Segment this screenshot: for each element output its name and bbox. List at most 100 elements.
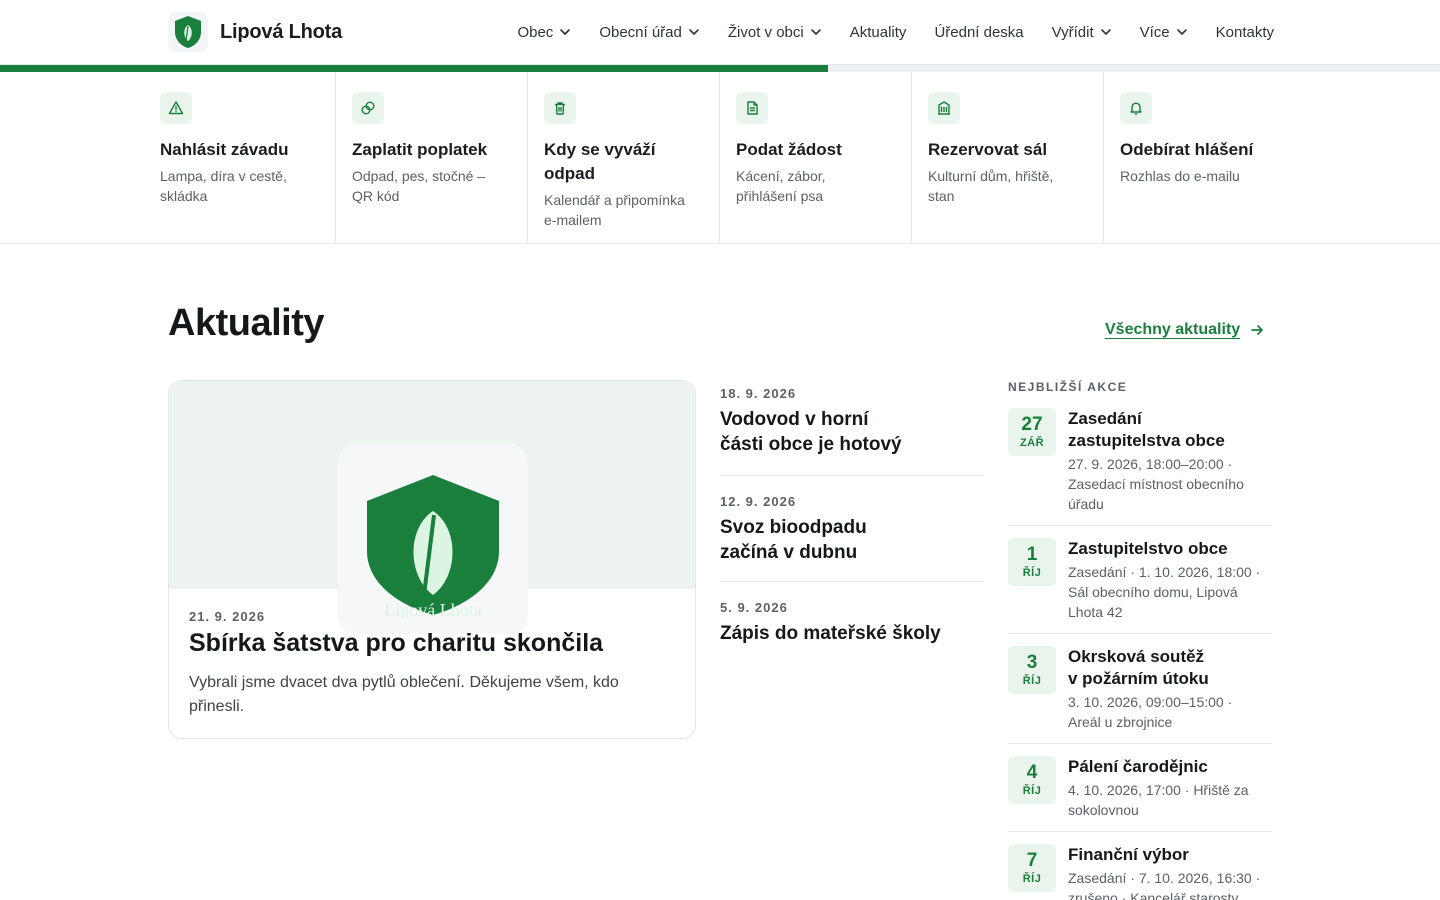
event-title: Zasedání zastupitelstva obce <box>1068 409 1225 450</box>
event-body: Finanční výbor Zasedání · 7. 10. 2026, 16… <box>1068 844 1260 900</box>
event-month: ŘÍJ <box>1022 567 1042 579</box>
chevron-down-icon <box>1176 29 1187 35</box>
quick-action[interactable]: Nahlásit závadu Lampa, díra v cestě, sklád… <box>160 72 336 243</box>
nav-item-obecní-úřad[interactable]: Obecní úřad <box>599 24 700 41</box>
nav-item-obec[interactable]: Obec <box>517 24 571 41</box>
news-item-title: Zápis do mateřské školy <box>720 623 941 644</box>
quick-action-title: Nahlásit závadu <box>160 140 289 159</box>
event-body: Okrsková soutěž v požárním útoku 3. 10. 20… <box>1068 646 1232 732</box>
news-item[interactable]: 5. 9. 2026 Zápis do mateřské školy <box>720 582 984 646</box>
nav-item-život-v-obci[interactable]: Život v obci <box>728 24 822 41</box>
nav-item-label: Kontakty <box>1215 23 1274 41</box>
nav-item-label: Aktuality <box>849 23 907 41</box>
main-nav: Obec Obecní úřad Život v obci Aktuality Úřed… <box>517 0 1274 64</box>
featured-article[interactable]: Lipová Lhota 21. 9. 2026 Sbírka šatstva … <box>168 380 696 739</box>
featured-date: 21. 9. 2026 <box>189 609 266 624</box>
event-day: 4 <box>1026 762 1038 783</box>
news-item-date: 5. 9. 2026 <box>720 600 788 615</box>
event-month: ŘÍJ <box>1022 873 1042 885</box>
event-date-badge: 7 ŘÍJ <box>1008 844 1056 892</box>
shield-leaf-icon: Lipová Lhota <box>367 475 499 619</box>
quick-action-desc: Lampa, díra v cestě, skládka <box>160 168 287 204</box>
nav-item-label: Vyřídit <box>1051 23 1094 41</box>
quick-action-title: Rezervovat sál <box>928 140 1048 159</box>
quick-action-title: Zaplatit poplatek <box>352 140 488 159</box>
nav-item-úřední-deska[interactable]: Úřední deska <box>934 24 1023 41</box>
event-body: Zasedání zastupitelstva obce 27. 9. 2026, … <box>1068 408 1244 514</box>
quick-action[interactable]: Kdy se vyváží odpad Kalendář a připomínka e… <box>544 72 720 243</box>
coins-icon <box>352 92 384 124</box>
chevron-down-icon <box>689 29 699 35</box>
featured-image-caption: Lipová Lhota <box>384 600 481 619</box>
news-item-date: 12. 9. 2026 <box>720 494 797 509</box>
event-meta: 4. 10. 2026, 17:00 · Hřiště za sokolovnou <box>1068 782 1249 818</box>
quick-action-desc: Kácení, zábor, přihlášení psa <box>736 168 826 204</box>
nav-item-kontakty[interactable]: Kontakty <box>1216 24 1274 41</box>
all-news-link[interactable]: Všechny aktuality <box>1105 321 1264 339</box>
featured-logo-card: Lipová Lhota <box>338 444 528 634</box>
news-item[interactable]: 12. 9. 2026 Svoz bioodpadu začíná v dubnu <box>720 476 984 582</box>
nav-item-label: Více <box>1139 23 1170 41</box>
event-meta: Zasedání · 7. 10. 2026, 16:30 · zrušeno ·… <box>1068 870 1261 900</box>
event-date-badge: 3 ŘÍJ <box>1008 646 1056 694</box>
quick-action-desc: Rozhlas do e-mailu <box>1120 168 1240 184</box>
bell-icon <box>1120 92 1152 124</box>
nav-item-více[interactable]: Více <box>1140 24 1188 41</box>
event-month: ŘÍJ <box>1022 675 1042 687</box>
event-item[interactable]: 7 ŘÍJ Finanční výbor Zasedání · 7. 10. 2026… <box>1008 844 1272 900</box>
logo-link[interactable]: Lipová Lhota <box>168 12 342 52</box>
event-day: 7 <box>1026 850 1038 871</box>
event-meta: 3. 10. 2026, 09:00–15:00 · Areál u zbrojn… <box>1068 694 1233 730</box>
news-list: 18. 9. 2026 Vodovod v horní části obce je … <box>720 380 984 646</box>
nav-item-vyřídit[interactable]: Vyřídit <box>1052 24 1112 41</box>
event-date-badge: 4 ŘÍJ <box>1008 756 1056 804</box>
document-icon <box>736 92 768 124</box>
chevron-down-icon <box>560 29 571 35</box>
news-heading: Aktuality <box>168 302 324 344</box>
quick-action-title: Kdy se vyváží odpad <box>544 140 656 183</box>
news-item[interactable]: 18. 9. 2026 Vodovod v horní části obce je … <box>720 380 984 476</box>
quick-action-title: Odebírat hlášení <box>1120 140 1254 159</box>
chevron-down-icon <box>810 29 821 35</box>
event-body: Zastupitelstvo obce Zasedání · 1. 10. 202… <box>1068 538 1260 622</box>
quick-action[interactable]: Odebírat hlášení Rozhlas do e-mailu <box>1120 72 1296 243</box>
nav-item-label: Život v obci <box>727 23 804 41</box>
nav-item-label: Úřední deska <box>934 23 1024 41</box>
quick-action[interactable]: Rezervovat sál Kulturní dům, hřiště, stan <box>928 72 1104 243</box>
events-panel: NEJBLIŽŠÍ AKCE 27 ZÁŘ Zasedání zastupitelst… <box>1008 380 1272 900</box>
quick-actions: Nahlásit závadu Lampa, díra v cestě, sklád… <box>0 72 1440 244</box>
quick-action-desc: Kalendář a připomínka e-mailem <box>544 192 685 228</box>
event-item[interactable]: 1 ŘÍJ Zastupitelstvo obce Zasedání · 1. 10.… <box>1008 538 1272 634</box>
event-date-badge: 1 ŘÍJ <box>1008 538 1056 586</box>
logo-icon <box>168 12 208 52</box>
all-news-label: Všechny aktuality <box>1105 321 1241 338</box>
events-list: 27 ZÁŘ Zasedání zastupitelstva obce 27. 9. 2… <box>1008 408 1272 900</box>
event-month: ZÁŘ <box>1019 437 1045 449</box>
trash-icon <box>544 92 576 124</box>
event-item[interactable]: 4 ŘÍJ Pálení čarodějnic 4. 10. 2026, 17:00 … <box>1008 756 1272 832</box>
quick-action-title: Podat žádost <box>736 140 842 159</box>
event-meta: 27. 9. 2026, 18:00–20:00 · Zasedací místn… <box>1068 456 1244 512</box>
nav-item-aktuality[interactable]: Aktuality <box>850 24 907 41</box>
news-item-title: Svoz bioodpadu začíná v dubnu <box>720 517 867 563</box>
quick-action[interactable]: Zaplatit poplatek Odpad, pes, stočné – QR … <box>352 72 528 243</box>
featured-title: Sbírka šatstva pro charitu skončila <box>189 629 604 657</box>
event-day: 27 <box>1021 414 1043 435</box>
event-day: 1 <box>1026 544 1038 565</box>
event-date-badge: 27 ZÁŘ <box>1008 408 1056 456</box>
event-title: Pálení čarodějnic <box>1068 757 1208 776</box>
quick-action-desc: Odpad, pes, stočné – QR kód <box>352 168 486 204</box>
arrow-right-icon <box>1251 325 1264 335</box>
quick-action[interactable]: Podat žádost Kácení, zábor, přihlášení psa <box>736 72 912 243</box>
nav-item-label: Obec <box>517 23 554 41</box>
event-title: Zastupitelstvo obce <box>1068 539 1228 558</box>
event-item[interactable]: 3 ŘÍJ Okrsková soutěž v požárním útoku 3. 10… <box>1008 646 1272 744</box>
news-item-title: Vodovod v horní části obce je hotový <box>720 409 902 455</box>
event-item[interactable]: 27 ZÁŘ Zasedání zastupitelstva obce 27. 9. 2… <box>1008 408 1272 526</box>
progress-bar <box>0 65 1440 72</box>
quick-action-desc: Kulturní dům, hřiště, stan <box>928 168 1054 204</box>
building-icon <box>928 92 960 124</box>
progress-fill <box>0 65 828 72</box>
event-day: 3 <box>1026 652 1038 673</box>
featured-excerpt: Vybrali jsme dvacet dva pytlů oblečení. … <box>189 674 619 715</box>
